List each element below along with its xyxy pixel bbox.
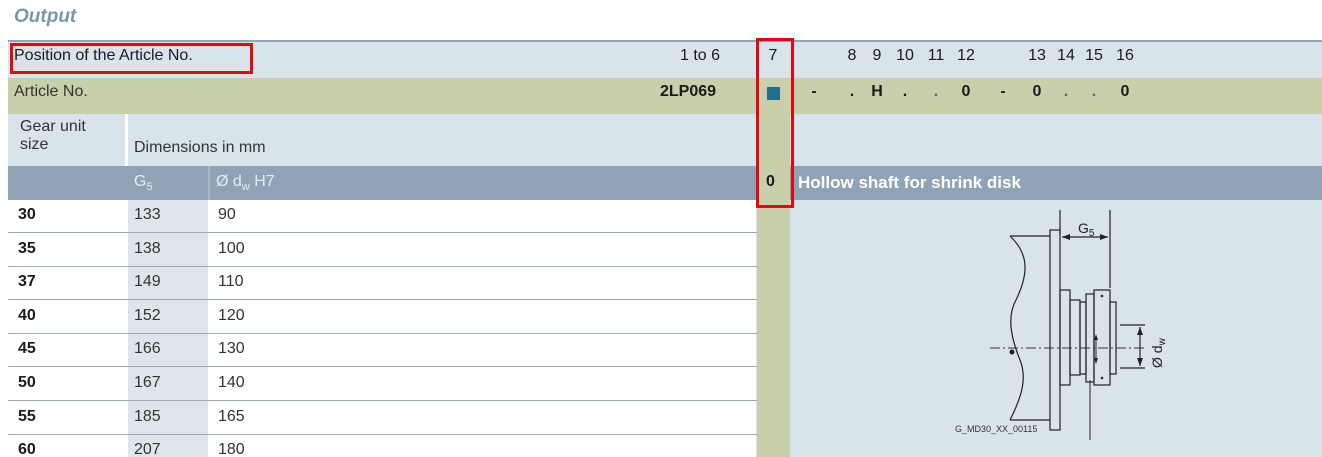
position-15: 15 (1085, 47, 1103, 64)
article-code: 2LP069 (660, 83, 717, 100)
g5-cell: 133 (134, 206, 161, 223)
dimensions-label: Dimensions in mm (134, 139, 266, 156)
article-symbol: - (1000, 83, 1006, 100)
position-9: 9 (872, 47, 882, 64)
table-row: 35 138 100 (8, 234, 757, 267)
table-row: 40 152 120 (8, 301, 757, 334)
gear-unit-size-cell: 40 (18, 306, 36, 324)
article-symbol: H (871, 83, 883, 100)
table-row: 50 167 140 (8, 368, 757, 401)
article-symbol: . (902, 83, 908, 100)
dw-cell: 140 (218, 374, 245, 391)
gear-unit-size-cell: 35 (18, 239, 36, 257)
dw-cell: 90 (218, 206, 236, 223)
g5-cell: 138 (134, 239, 161, 257)
dw-cell: 180 (218, 441, 245, 457)
dw-cell: 120 (218, 306, 245, 324)
article-symbol: . (933, 83, 939, 100)
table-row: 60 207 180 (8, 435, 757, 457)
dw-cell: 130 (218, 340, 245, 358)
position-12: 12 (957, 47, 975, 64)
header-separator (208, 166, 210, 200)
dw-letter: Ø d (216, 173, 242, 190)
article-symbol: . (1063, 83, 1069, 100)
article-label: Article No. (14, 83, 88, 100)
column-header-g5: G5 (134, 173, 153, 193)
g5-letter: G (134, 173, 147, 190)
dw-suffix: H7 (249, 173, 275, 190)
section-header: Output (0, 0, 1322, 42)
position-13: 13 (1028, 47, 1046, 64)
gear-unit-size-cell: 60 (18, 441, 36, 457)
g5-cell: 185 (134, 407, 161, 425)
position-11: 11 (927, 47, 945, 64)
position-14: 14 (1057, 47, 1075, 64)
article-symbol: 0 (1032, 83, 1042, 100)
gear-unit-size-cell: 30 (18, 206, 36, 223)
dw-subscript: w (241, 181, 250, 194)
position-7-highlight (756, 38, 794, 208)
dw-cell: 165 (218, 407, 245, 425)
g5-cell: 167 (134, 374, 161, 391)
drawing-caption: G_MD30_XX_00115 (955, 424, 1038, 434)
gear-unit-size-label: Gear unit size (20, 118, 86, 154)
article-symbol: . (1091, 83, 1097, 100)
gear-unit-size-cell: 50 (18, 374, 36, 391)
table-row: 30 133 90 (8, 200, 757, 233)
column-header-row (8, 166, 757, 200)
gear-unit-size-cell: 37 (18, 273, 36, 291)
gear-unit-label-line1: Gear unit (20, 118, 86, 135)
section-title: Output (14, 6, 77, 27)
dw-cell: 100 (218, 239, 245, 257)
table-row: 37 149 110 (8, 267, 757, 301)
position-label-highlight (10, 43, 253, 74)
g5-cell: 152 (134, 306, 161, 324)
column-header-dw: Ø dw H7 (216, 173, 275, 193)
table-row: 45 166 130 (8, 334, 757, 368)
article-symbol: - (811, 83, 817, 100)
position-range: 1 to 6 (680, 47, 721, 64)
gear-unit-size-cell: 55 (18, 407, 36, 425)
option-description: Hollow shaft for shrink disk (798, 173, 1021, 192)
g5-cell: 166 (134, 340, 161, 358)
article-symbol: 0 (961, 83, 971, 100)
g5-cell: 149 (134, 273, 161, 291)
drawing-label-g5: G5 (1078, 220, 1095, 239)
position-10: 10 (896, 47, 914, 64)
hollow-shaft-drawing: G5 Ø dw (990, 210, 1168, 440)
table-row: 55 185 165 (8, 402, 757, 435)
g5-cell: 207 (134, 441, 161, 457)
gear-unit-size-cell: 45 (18, 340, 36, 358)
article-symbol: 0 (1120, 83, 1130, 100)
drawing-label-dw: Ø dw (1149, 337, 1168, 368)
dw-cell: 110 (218, 273, 244, 291)
g5-subscript: 5 (146, 181, 153, 194)
gear-unit-label-line2: size (20, 136, 49, 153)
position-16: 16 (1116, 47, 1134, 64)
